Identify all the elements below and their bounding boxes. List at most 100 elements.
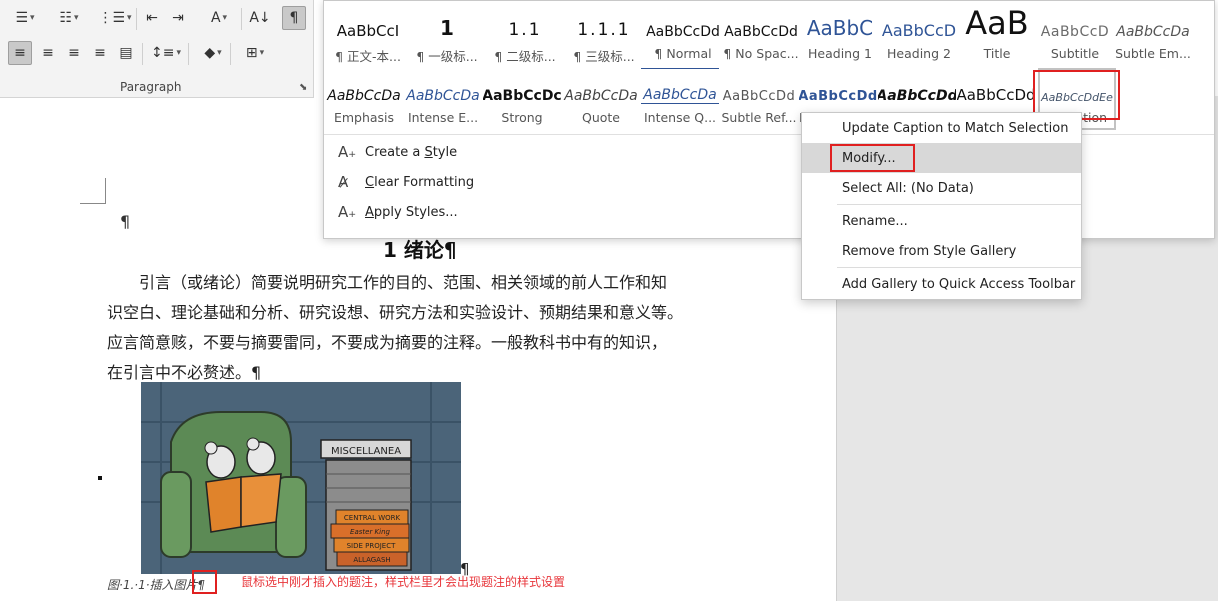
decrease-indent-icon: ⇤ bbox=[146, 10, 158, 26]
align-center-icon: ≡ bbox=[42, 45, 54, 61]
style-tile-r1-9[interactable]: AaBbCcD Subtitle bbox=[1036, 4, 1114, 66]
style-preview: 1.1 bbox=[508, 20, 542, 40]
apply-styles-icon: A₊ bbox=[338, 203, 357, 221]
style-tile-r1-3[interactable]: 1.1.1 ¶ 三级标... bbox=[565, 4, 643, 66]
sort-icon: A↓ bbox=[249, 10, 271, 26]
modify-highlight bbox=[830, 144, 915, 172]
style-tile-r1-8[interactable]: AaB Title bbox=[958, 4, 1036, 66]
style-name-label: ¶ No Spac... bbox=[723, 46, 799, 61]
clear-formatting-icon: A̷ bbox=[338, 173, 349, 191]
toolbar-separator bbox=[136, 8, 137, 30]
distributed-button[interactable]: ▤ bbox=[114, 41, 138, 65]
rename-item[interactable]: Rename... bbox=[802, 206, 1081, 236]
inserted-picture[interactable]: MISCELLANEA CENTRAL WORK Easter King SID… bbox=[141, 382, 461, 574]
action-label: Apply Styles... bbox=[365, 204, 458, 220]
style-tile-r2-3[interactable]: AaBbCcDa Quote bbox=[562, 68, 640, 130]
apply-styles-action[interactable]: A₊ Apply Styles... bbox=[338, 200, 458, 224]
anchor-marker bbox=[98, 476, 102, 480]
sort-button[interactable]: A↓ bbox=[247, 6, 273, 30]
paragraph-group-label: Paragraph bbox=[120, 80, 182, 94]
style-preview: 1.1.1 bbox=[577, 20, 631, 40]
chevron-down-icon: ▾ bbox=[127, 13, 132, 23]
style-name-label: Emphasis bbox=[333, 110, 395, 125]
update-caption-item[interactable]: Update Caption to Match Selection bbox=[802, 113, 1081, 143]
style-preview: AaBbC bbox=[806, 16, 874, 40]
page-margin-marker bbox=[80, 178, 106, 204]
style-name-label: ¶ Normal bbox=[654, 46, 712, 61]
chevron-down-icon: ▾ bbox=[176, 48, 181, 58]
chevron-down-icon: ▾ bbox=[30, 13, 35, 23]
chevron-down-icon: ▾ bbox=[217, 48, 222, 58]
style-preview: AaBbCcDd bbox=[957, 86, 1035, 104]
create-style-action[interactable]: A₊ Create a Style bbox=[338, 140, 457, 164]
decrease-indent-button[interactable]: ⇤ bbox=[140, 6, 164, 30]
style-preview: AaBbCcD bbox=[1040, 24, 1110, 40]
style-preview: AaBbCcDd bbox=[722, 89, 796, 104]
style-tile-r1-7[interactable]: AaBbCcD Heading 2 bbox=[880, 4, 958, 66]
select-all-item[interactable]: Select All: (No Data) bbox=[802, 173, 1081, 203]
borders-button[interactable]: ⊞ ▾ bbox=[236, 41, 274, 65]
style-name-label: Quote bbox=[581, 110, 620, 125]
numbering-button[interactable]: ☷ ▾ bbox=[50, 6, 88, 30]
style-name-label: Heading 1 bbox=[808, 46, 872, 61]
bullets-button[interactable]: ☰ ▾ bbox=[6, 6, 44, 30]
shading-icon: ◆ bbox=[204, 45, 216, 61]
body-line-2[interactable]: 识空白、理论基础和分析、研究设想、研究方法和实验设计、预期结果和意义等。 bbox=[107, 299, 683, 323]
style-name-label: ¶ 二级标... bbox=[494, 49, 556, 64]
style-preview: AaB bbox=[965, 4, 1029, 40]
body-line-4[interactable]: 在引言中不必赘述。¶ bbox=[107, 359, 261, 383]
style-tile-r1-1[interactable]: 1 ¶ 一级标... bbox=[408, 4, 486, 66]
style-tile-r1-6[interactable]: AaBbC Heading 1 bbox=[801, 4, 879, 66]
style-preview: AaBbCcDa bbox=[564, 88, 638, 104]
numbering-icon: ☷ bbox=[59, 10, 73, 26]
style-name-label: ¶ 一级标... bbox=[416, 49, 478, 64]
style-preview: AaBbCcDa bbox=[1116, 24, 1190, 40]
style-preview: AaBbCcD bbox=[881, 21, 957, 40]
shading-button[interactable]: ◆ ▾ bbox=[194, 41, 232, 65]
multilevel-list-button[interactable]: ⋮☰ ▾ bbox=[94, 6, 136, 30]
style-tile-r1-5[interactable]: AaBbCcDd ¶ No Spac... bbox=[722, 4, 800, 66]
style-name-label: Strong bbox=[501, 110, 543, 125]
toolbar-separator bbox=[188, 43, 189, 65]
show-marks-icon: ¶ bbox=[289, 10, 299, 26]
add-gallery-qat-item[interactable]: Add Gallery to Quick Access Toolbar bbox=[802, 269, 1081, 299]
figure-caption[interactable]: 图·1.·1·插入图片¶ bbox=[107, 576, 205, 593]
style-name-label: Intense Q... bbox=[643, 110, 717, 125]
style-name-label: Subtitle bbox=[1050, 46, 1100, 61]
style-tile-r2-0[interactable]: AaBbCcDa Emphasis bbox=[325, 68, 403, 130]
style-tile-r1-10[interactable]: AaBbCcDa Subtle Em... bbox=[1114, 4, 1192, 66]
show-marks-button[interactable]: ¶ bbox=[282, 6, 306, 30]
style-preview: AaBbCcDc bbox=[483, 88, 561, 104]
dialog-launcher-icon[interactable]: ⬊ bbox=[299, 82, 307, 93]
menu-separator bbox=[837, 204, 1081, 205]
line-spacing-button[interactable]: ↕≡ ▾ bbox=[146, 41, 186, 65]
align-left-button[interactable]: ≡ bbox=[8, 41, 32, 65]
style-tile-r2-4[interactable]: AaBbCcDa Intense Q... bbox=[641, 68, 719, 130]
book-label-3: SIDE PROJECT bbox=[347, 542, 397, 550]
clear-formatting-action[interactable]: A̷ Clear Formatting bbox=[338, 170, 474, 194]
body-line-3[interactable]: 应言简意赅，不要与摘要雷同，不要成为摘要的注释。一般教科书中有的知识， bbox=[107, 329, 667, 353]
style-tile-r2-5[interactable]: AaBbCcDd Subtle Ref... bbox=[720, 68, 798, 130]
style-preview: AaBbCcDa bbox=[327, 88, 401, 104]
style-preview: AaBbCcDa bbox=[641, 68, 719, 104]
style-tile-r1-0[interactable]: AaBbCcI ¶ 正文-本... bbox=[329, 4, 407, 66]
align-center-button[interactable]: ≡ bbox=[36, 41, 60, 65]
bullets-icon: ☰ bbox=[15, 10, 29, 26]
style-tile-r2-1[interactable]: AaBbCcDa Intense E... bbox=[404, 68, 482, 130]
style-tile-r2-2[interactable]: AaBbCcDc Strong bbox=[483, 68, 561, 130]
toolbar-separator bbox=[142, 43, 143, 65]
justify-button[interactable]: ≡ bbox=[88, 41, 112, 65]
style-preview: AaBbCcDd bbox=[646, 24, 720, 40]
style-name-label: Intense E... bbox=[407, 110, 479, 125]
remove-from-gallery-item[interactable]: Remove from Style Gallery bbox=[802, 236, 1081, 266]
style-tile-r1-4[interactable]: AaBbCcDd ¶ Normal bbox=[644, 4, 722, 66]
align-right-button[interactable]: ≡ bbox=[62, 41, 86, 65]
miscellanea-sign-text: MISCELLANEA bbox=[331, 446, 401, 457]
multilevel-list-icon: ⋮☰ bbox=[98, 10, 126, 26]
asian-layout-button[interactable]: A ▾ bbox=[198, 6, 240, 30]
body-line-1[interactable]: 引言（或绪论）简要说明研究工作的目的、范围、相关领域的前人工作和知 bbox=[107, 269, 667, 293]
increase-indent-button[interactable]: ⇥ bbox=[166, 6, 190, 30]
style-name-label: Heading 2 bbox=[887, 46, 951, 61]
style-tile-r1-2[interactable]: 1.1 ¶ 二级标... bbox=[486, 4, 564, 66]
style-preview: AaBbCcDd bbox=[724, 24, 798, 40]
